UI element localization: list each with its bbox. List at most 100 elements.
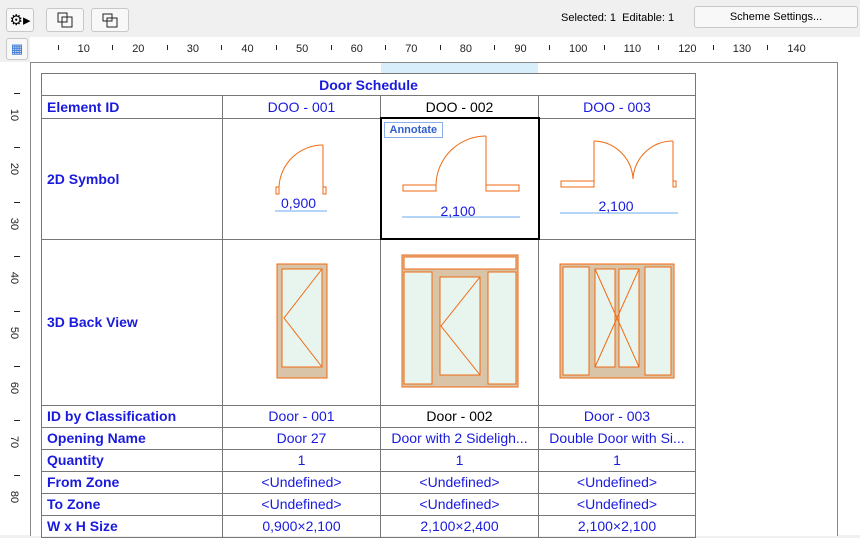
ruler-label: 20 [8, 163, 21, 176]
ruler-tick [603, 45, 605, 50]
insert-table-button[interactable]: ▦ [6, 38, 28, 60]
ruler-tick [14, 420, 20, 422]
door-with-sidelights-symbol [401, 135, 520, 218]
ruler-tick [14, 92, 20, 94]
quantity-cell[interactable]: 1 [538, 448, 696, 472]
ruler-tick [712, 45, 714, 50]
dimension-label: 2,100 [440, 203, 476, 219]
opening-name-cell[interactable]: Door with 2 Sideligh... [380, 426, 539, 450]
ruler-tick [439, 45, 441, 50]
selected-count: Selected: 1 [561, 12, 617, 24]
classification-cell[interactable]: Door - 002 [380, 404, 539, 428]
symbol-cell[interactable]: 2,100 [538, 117, 696, 240]
ruler-label: 130 [732, 43, 752, 55]
editable-count: Editable: 1 [622, 12, 675, 24]
quantity-cell[interactable]: 1 [380, 448, 539, 472]
from-zone-cell[interactable]: <Undefined> [380, 470, 539, 494]
dimension-label: 0,900 [281, 194, 317, 211]
ruler-label: 90 [514, 43, 527, 55]
ruler-label: 30 [186, 43, 200, 55]
ruler-tick [14, 311, 20, 312]
from-zone-cell[interactable]: <Undefined> [538, 470, 696, 494]
frame-select-icon [57, 12, 73, 28]
ruler-label: 60 [8, 381, 21, 394]
element-id-cell[interactable]: DOO - 002 [380, 95, 539, 119]
ruler-tick [14, 201, 20, 203]
quantity-cell[interactable]: 1 [222, 448, 381, 472]
to-zone-cell[interactable]: <Undefined> [538, 492, 696, 516]
back-view-cell[interactable] [380, 238, 539, 406]
row-header: To Zone [41, 492, 223, 516]
ruler-tick [330, 45, 332, 50]
classification-cell[interactable]: Door - 001 [222, 404, 381, 428]
vertical-ruler: 10 20 30 40 50 60 70 80 [0, 62, 30, 535]
ruler-label: 60 [350, 43, 363, 55]
select-2d-button[interactable] [46, 8, 84, 32]
ruler-label: 10 [8, 108, 21, 121]
ruler-tick [276, 45, 277, 50]
ruler-label: 20 [132, 43, 145, 55]
ruler-label: 50 [296, 43, 309, 55]
horizontal-ruler: 10 20 30 40 50 60 70 80 90 100 110 120 130 140 [30, 37, 860, 62]
column-highlight [381, 63, 538, 73]
ruler-tick [14, 256, 20, 258]
scheme-settings-button[interactable]: Scheme Settings... [694, 6, 858, 28]
row-header: Element ID [41, 95, 223, 119]
ruler-label: 70 [405, 43, 418, 55]
gear-icon: ⚙▸ [9, 12, 31, 29]
opening-name-cell[interactable]: Double Door with Si... [538, 426, 696, 450]
ruler-tick [112, 45, 114, 50]
ruler-tick [658, 45, 660, 50]
ruler-label: 30 [8, 217, 21, 230]
ruler-label: 10 [77, 43, 90, 55]
box-select-icon [102, 13, 118, 28]
ruler-tick [14, 474, 20, 476]
vertical-scrollbar[interactable] [837, 62, 860, 535]
row-header: 3D Back View [41, 238, 223, 406]
back-view-cell[interactable] [222, 238, 381, 406]
back-view-cell[interactable] [538, 238, 696, 406]
double-door-3d-view [559, 263, 675, 378]
ruler-tick [14, 365, 20, 367]
classification-cell[interactable]: Door - 003 [538, 404, 696, 428]
ruler-tick [767, 45, 769, 50]
ruler-label: 80 [8, 490, 21, 503]
size-cell[interactable]: 2,100×2,100 [538, 514, 696, 538]
symbol-cell-selected[interactable]: Annotate 2,100 [379, 117, 540, 240]
ruler-tick [385, 45, 387, 50]
ruler-tick [494, 45, 496, 50]
door-schedule-table: Door Schedule Element ID DOO - 001 DOO -… [41, 73, 696, 538]
double-door-symbol [559, 139, 678, 213]
row-header: 2D Symbol [41, 117, 223, 240]
ruler-tick [57, 45, 59, 50]
row-header: From Zone [41, 470, 223, 494]
to-zone-cell[interactable]: <Undefined> [222, 492, 381, 516]
ruler-label: 110 [623, 43, 642, 55]
schedule-title: Door Schedule [41, 73, 696, 96]
size-cell[interactable]: 2,100×2,400 [380, 514, 539, 538]
dimension-label: 2,100 [598, 197, 634, 214]
ruler-label: 80 [459, 43, 473, 55]
ruler-label: 40 [8, 272, 21, 285]
to-zone-cell[interactable]: <Undefined> [380, 492, 539, 516]
schedule-page: Door Schedule Element ID DOO - 001 DOO -… [30, 62, 838, 538]
row-header: Quantity [41, 448, 223, 472]
select-3d-button[interactable] [91, 8, 129, 32]
size-cell[interactable]: 0,900×2,100 [222, 514, 381, 538]
ruler-label: 120 [678, 43, 697, 55]
ruler-tick [14, 147, 20, 149]
ruler-label: 70 [8, 436, 21, 449]
opening-name-cell[interactable]: Door 27 [222, 426, 381, 450]
from-zone-cell[interactable]: <Undefined> [222, 470, 381, 494]
ruler-tick [549, 45, 550, 50]
sidelight-door-3d-view [401, 254, 518, 388]
row-header: ID by Classification [41, 404, 223, 428]
row-header: W x H Size [41, 514, 223, 538]
single-door-symbol [275, 143, 327, 211]
settings-button[interactable]: ⚙▸ [6, 8, 34, 32]
ruler-label: 50 [8, 326, 21, 340]
symbol-cell[interactable]: 0,900 [222, 117, 381, 240]
element-id-cell[interactable]: DOO - 001 [222, 95, 381, 119]
ruler-label: 100 [569, 43, 588, 55]
element-id-cell[interactable]: DOO - 003 [538, 95, 696, 119]
